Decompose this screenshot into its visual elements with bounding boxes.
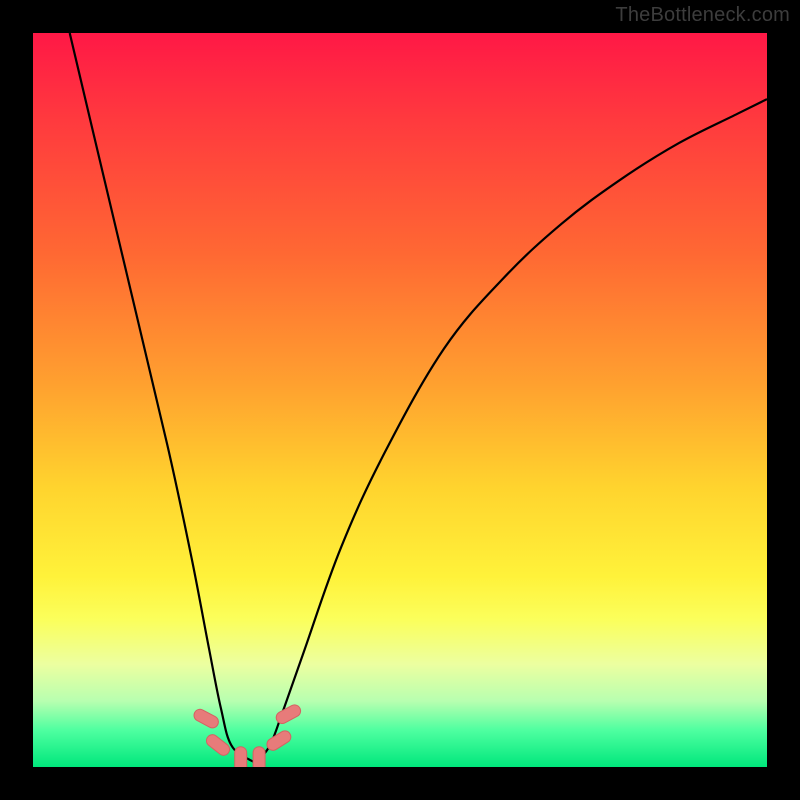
curve-svg — [33, 33, 767, 767]
plot-area — [33, 33, 767, 767]
pink-marker — [253, 747, 265, 767]
bottleneck-curve — [70, 33, 767, 762]
chart-canvas: TheBottleneck.com — [0, 0, 800, 800]
pink-marker — [192, 707, 221, 730]
pink-marker — [274, 703, 303, 726]
pink-marker — [235, 747, 247, 767]
pink-marker — [265, 729, 293, 753]
watermark-text: TheBottleneck.com — [615, 4, 790, 27]
